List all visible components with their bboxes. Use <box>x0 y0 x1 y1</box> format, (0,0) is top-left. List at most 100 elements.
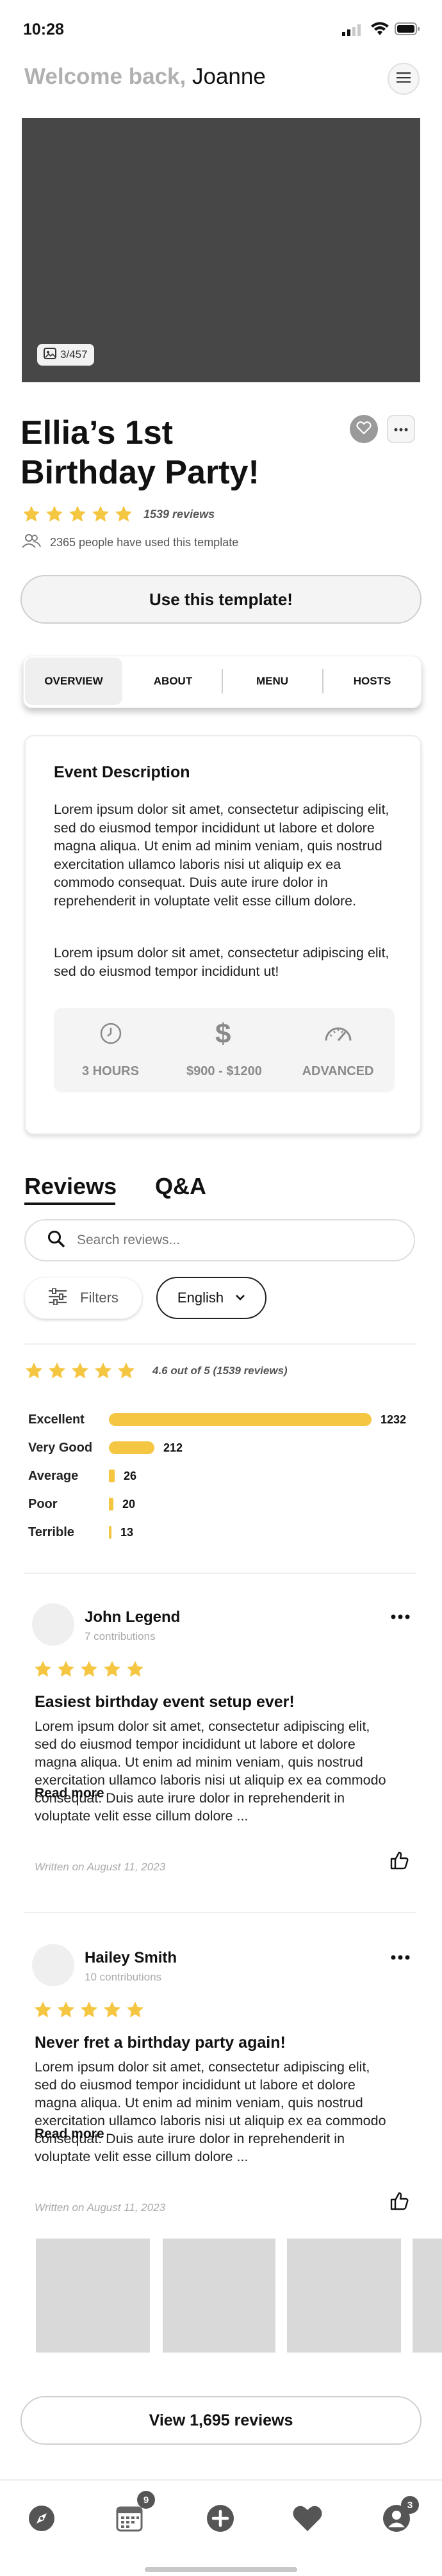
star-icon <box>70 1361 90 1381</box>
people-icon <box>22 534 41 551</box>
search-box[interactable] <box>24 1219 415 1261</box>
avatar[interactable] <box>32 1603 74 1646</box>
star-icon <box>91 505 110 524</box>
filters-label: Filters <box>80 1290 119 1306</box>
review-stars <box>33 1660 145 1679</box>
tab-hosts[interactable]: HOSTS <box>325 658 420 705</box>
stat-label: 3 HOURS <box>82 1064 139 1078</box>
breakdown-row[interactable]: Very Good 212 <box>28 1441 419 1469</box>
description-heading: Event Description <box>54 763 190 781</box>
sliders-icon <box>48 1287 67 1308</box>
review-more-button[interactable] <box>391 1952 410 1963</box>
tab-menu-label: MENU <box>256 675 289 687</box>
breakdown-row[interactable]: Poor 20 <box>28 1497 419 1525</box>
nav-explore[interactable] <box>27 2504 56 2533</box>
review-card: Hailey Smith 10 contributions Never fret… <box>24 1941 416 2223</box>
average-rating: 4.6 out of 5 (1539 reviews) <box>24 1361 288 1381</box>
gallery-icon <box>44 347 56 362</box>
star-icon <box>79 2000 99 2020</box>
star-icon <box>94 1361 113 1381</box>
review-count[interactable]: 1539 reviews <box>143 508 215 521</box>
chevron-down-icon <box>235 1292 245 1304</box>
star-icon <box>79 1660 99 1679</box>
review-author[interactable]: John Legend <box>85 1608 180 1626</box>
star-icon <box>33 1660 53 1679</box>
language-select[interactable]: English <box>156 1277 266 1319</box>
breakdown-count: 13 <box>120 1526 134 1539</box>
breakdown-label: Excellent <box>28 1413 85 1427</box>
like-button[interactable] <box>389 1851 409 1873</box>
use-template-button[interactable]: Use this template! <box>20 575 422 624</box>
nav-calendar[interactable]: 9 <box>115 2491 155 2533</box>
greeting: Welcome back, Joanne <box>24 64 266 90</box>
hamburger-icon <box>397 72 411 86</box>
review-author[interactable]: Hailey Smith <box>85 1949 177 1967</box>
profile-icon <box>382 2505 411 2536</box>
review-photo[interactable] <box>36 2239 150 2353</box>
star-icon <box>126 1660 145 1679</box>
event-stars <box>22 505 133 524</box>
stat-label: $900 - $1200 <box>186 1064 262 1078</box>
menu-button[interactable] <box>388 63 420 95</box>
breakdown-row[interactable]: Average 26 <box>28 1469 419 1497</box>
more-horizontal-icon <box>394 423 408 435</box>
battery-icon <box>395 22 420 35</box>
review-photo[interactable] <box>287 2239 401 2353</box>
rating-breakdown: Excellent 1232 Very Good 212 Average 26 Poor 20… <box>28 1413 419 1553</box>
status-bar: 10:28 <box>0 0 442 58</box>
breakdown-bar <box>109 1441 154 1454</box>
tab-divider <box>222 669 223 693</box>
review-photo[interactable] <box>413 2239 442 2353</box>
divider <box>24 1912 416 1913</box>
signal-icon <box>342 23 364 36</box>
tab-divider <box>322 669 323 693</box>
stat-label: ADVANCED <box>302 1064 374 1078</box>
hero-image[interactable]: 3/457 <box>22 118 420 382</box>
add-icon <box>206 2505 235 2536</box>
avatar[interactable] <box>32 1944 74 1986</box>
tab-reviews[interactable]: Reviews <box>24 1173 117 1205</box>
tab-menu[interactable]: MENU <box>224 658 321 705</box>
event-title-line1: Ellia’s 1st <box>20 414 173 451</box>
review-body: Lorem ipsum dolor sit amet, consectetur … <box>35 2059 386 2164</box>
home-indicator <box>145 2567 297 2572</box>
nav-favorites[interactable] <box>292 2505 323 2533</box>
tab-about-label: ABOUT <box>153 675 193 687</box>
more-options-button[interactable] <box>387 415 415 443</box>
like-button[interactable] <box>389 2191 409 2214</box>
review-title: Easiest birthday event setup ever! <box>35 1693 295 1711</box>
tab-overview[interactable]: OVERVIEW <box>25 658 122 705</box>
star-icon <box>102 2000 122 2020</box>
photo-counter-badge[interactable]: 3/457 <box>37 344 94 366</box>
tab-about[interactable]: ABOUT <box>126 658 220 705</box>
breakdown-row[interactable]: Terrible 13 <box>28 1525 419 1553</box>
tab-reviews-underline <box>24 1203 115 1205</box>
bottom-nav: 9 3 <box>0 2479 442 2576</box>
review-more-button[interactable] <box>391 1611 410 1623</box>
view-all-reviews-button[interactable]: View 1,695 reviews <box>20 2396 422 2445</box>
more-horizontal-icon <box>391 1611 410 1622</box>
breakdown-count: 20 <box>122 1498 136 1511</box>
breakdown-label: Average <box>28 1469 79 1483</box>
review-date: Written on August 11, 2023 <box>35 2201 166 2214</box>
average-label: 4.6 out of 5 (1539 reviews) <box>152 1365 288 1377</box>
tab-qa[interactable]: Q&A <box>155 1173 206 1200</box>
description-card: Event Description Lorem ipsum dolor sit … <box>24 735 422 1135</box>
search-input[interactable] <box>77 1233 359 1248</box>
stat-price: $ $900 - $1200 <box>167 1008 281 1092</box>
greeting-prefix: Welcome back, <box>24 64 192 89</box>
filters-button[interactable]: Filters <box>24 1277 142 1319</box>
read-more-link[interactable]: Read more <box>35 2126 104 2142</box>
stat-duration: 3 HOURS <box>54 1008 167 1092</box>
description-paragraph: Lorem ipsum dolor sit amet, consectetur … <box>54 802 389 909</box>
review-photo[interactable] <box>163 2239 275 2353</box>
user-name: Joanne <box>192 64 266 89</box>
favorite-button[interactable] <box>350 415 378 443</box>
event-title-line2: Birthday Party! <box>20 454 259 491</box>
divider <box>24 1343 416 1345</box>
nav-profile[interactable]: 3 <box>382 2496 419 2536</box>
tab-bar: OVERVIEW ABOUT MENU HOSTS <box>23 656 422 708</box>
breakdown-row[interactable]: Excellent 1232 <box>28 1413 419 1441</box>
nav-add[interactable] <box>206 2504 235 2533</box>
read-more-link[interactable]: Read more <box>35 1786 104 1801</box>
